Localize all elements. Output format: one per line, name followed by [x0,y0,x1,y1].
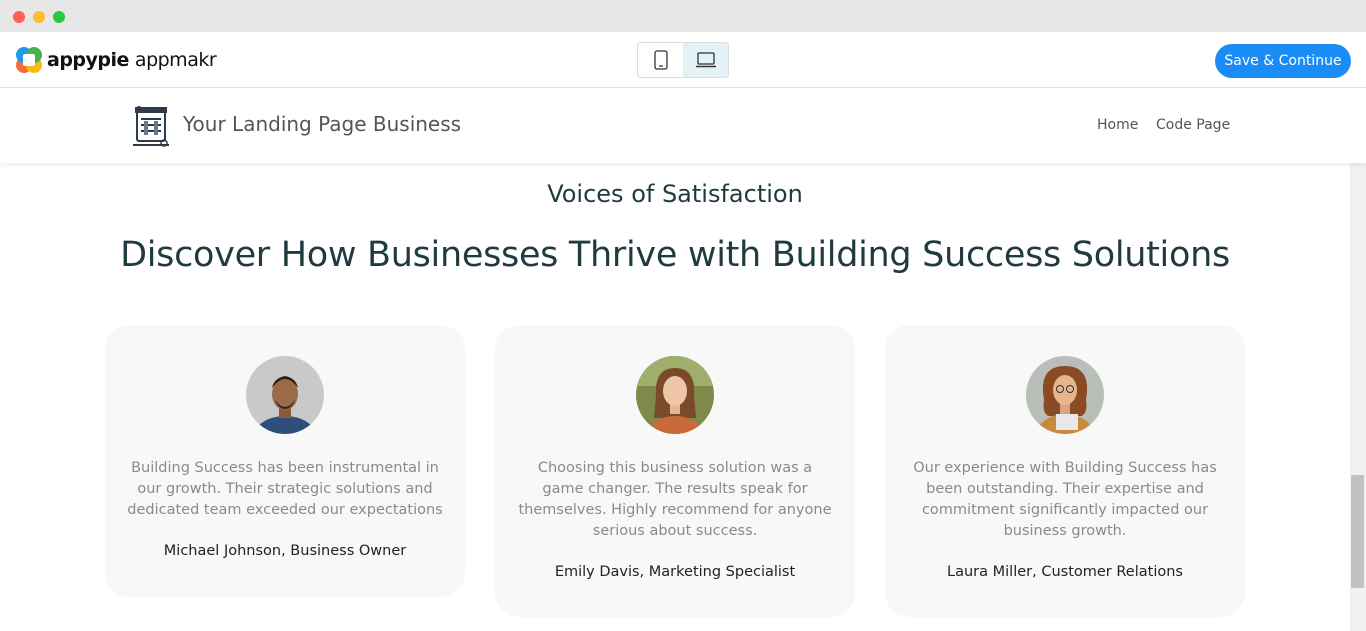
testimonial-card: Building Success has been instrumental i… [105,325,465,597]
avatar [246,356,324,434]
testimonial-quote: Our experience with Building Success has… [913,460,1217,539]
preview-scrollbar-thumb[interactable] [1351,475,1364,588]
site-title: Your Landing Page Business [183,112,462,136]
minimize-window-button[interactable] [33,11,45,23]
nav-link-code-page[interactable]: Code Page [1156,117,1230,133]
desktop-view-button[interactable] [683,43,728,77]
maximize-window-button[interactable] [53,11,65,23]
save-continue-button[interactable]: Save & Continue [1215,44,1351,78]
testimonial-quote: Choosing this business solution was a ga… [518,460,832,539]
brand-product: appmakr [134,49,217,71]
business-logo-icon[interactable] [131,103,171,149]
device-toggle [637,42,729,78]
mobile-icon [653,50,668,70]
testimonial-author: Emily Davis, Marketing Specialist [554,564,796,580]
testimonial-card: Choosing this business solution was a ga… [495,325,855,617]
testimonial-author: Michael Johnson, Business Owner [163,543,407,559]
avatar [1026,356,1104,434]
avatar [636,356,714,434]
window-titlebar [0,0,1366,32]
site-header: Your Landing Page Business Home Code Pag… [0,88,1366,163]
brand-name: appypie [47,49,129,71]
mobile-view-button[interactable] [638,43,683,77]
testimonial-card: Our experience with Building Success has… [885,325,1245,617]
desktop-icon [695,52,716,68]
brand[interactable]: appypie appmakr [15,46,217,74]
section-subtitle: Voices of Satisfaction [547,180,803,208]
builder-toolbar: appypie appmakr Save & Continue [0,32,1366,88]
close-window-button[interactable] [13,11,25,23]
appypie-logo-icon [16,47,42,73]
testimonial-author: Laura Miller, Customer Relations [947,564,1183,580]
section-title: Discover How Businesses Thrive with Buil… [120,235,1230,275]
nav-link-home[interactable]: Home [1097,117,1138,133]
testimonial-quote: Building Success has been instrumental i… [127,460,443,518]
